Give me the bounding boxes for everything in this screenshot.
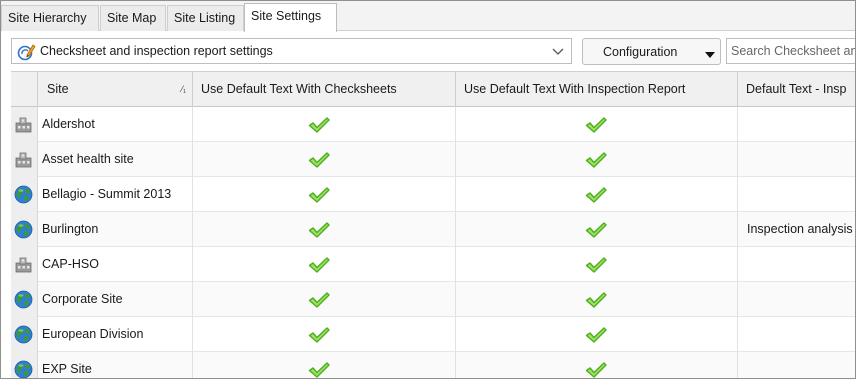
settings-selector-value: Checksheet and inspection report setting… bbox=[40, 44, 273, 58]
row-type-cell bbox=[11, 142, 38, 177]
site-name: Burlington bbox=[38, 212, 193, 247]
default-inspection-cell[interactable] bbox=[456, 352, 738, 378]
table-row[interactable]: Asset health site bbox=[11, 142, 855, 177]
table-row[interactable]: EXP Site bbox=[11, 352, 855, 378]
site-settings-grid: Site ⁄₁ Use Default Text With Checksheet… bbox=[11, 71, 855, 378]
sort-ascending-icon: ⁄₁ bbox=[181, 84, 186, 94]
site-name: EXP Site bbox=[38, 352, 193, 378]
default-checksheets-cell[interactable] bbox=[193, 317, 456, 352]
header-site-label: Site bbox=[47, 82, 69, 96]
site-name: Bellagio - Summit 2013 bbox=[38, 177, 193, 212]
default-checksheets-cell[interactable] bbox=[193, 142, 456, 177]
chevron-down-icon[interactable] bbox=[551, 44, 565, 58]
default-checksheets-cell[interactable] bbox=[193, 282, 456, 317]
table-row[interactable]: CAP-HSO bbox=[11, 247, 855, 282]
configuration-button-label: Configuration bbox=[603, 45, 678, 59]
default-checksheets-cell[interactable] bbox=[193, 212, 456, 247]
table-row[interactable]: Corporate Site bbox=[11, 282, 855, 317]
site-name: Asset health site bbox=[38, 142, 193, 177]
site-settings-window: Site Hierarchy Site Map Site Listing Sit… bbox=[0, 0, 856, 379]
header-default-inspection[interactable]: Use Default Text With Inspection Report bbox=[456, 72, 738, 107]
tab-site-settings[interactable]: Site Settings bbox=[244, 3, 337, 32]
default-inspection-cell[interactable] bbox=[456, 107, 738, 142]
table-row[interactable]: Bellagio - Summit 2013 bbox=[11, 177, 855, 212]
grid-header: Site ⁄₁ Use Default Text With Checksheet… bbox=[11, 71, 855, 107]
row-type-cell bbox=[11, 317, 38, 352]
default-text-cell[interactable] bbox=[738, 107, 855, 142]
tab-site-hierarchy[interactable]: Site Hierarchy bbox=[1, 5, 99, 31]
header-default-text[interactable]: Default Text - Insp bbox=[738, 72, 855, 107]
configuration-button[interactable]: Configuration bbox=[582, 38, 721, 65]
default-checksheets-cell[interactable] bbox=[193, 247, 456, 282]
tab-site-map[interactable]: Site Map bbox=[100, 5, 166, 31]
row-type-cell bbox=[11, 352, 38, 378]
site-name: European Division bbox=[38, 317, 193, 352]
site-name: Aldershot bbox=[38, 107, 193, 142]
default-text-cell[interactable] bbox=[738, 317, 855, 352]
tab-site-listing[interactable]: Site Listing bbox=[167, 5, 244, 31]
default-inspection-cell[interactable] bbox=[456, 282, 738, 317]
tab-bar: Site Hierarchy Site Map Site Listing Sit… bbox=[1, 1, 855, 32]
default-inspection-cell[interactable] bbox=[456, 212, 738, 247]
default-inspection-cell[interactable] bbox=[456, 317, 738, 352]
default-checksheets-cell[interactable] bbox=[193, 177, 456, 212]
row-type-cell bbox=[11, 212, 38, 247]
default-checksheets-cell[interactable] bbox=[193, 352, 456, 378]
default-text-cell[interactable] bbox=[738, 247, 855, 282]
table-row[interactable]: European Division bbox=[11, 317, 855, 352]
row-type-cell bbox=[11, 247, 38, 282]
default-text-cell[interactable] bbox=[738, 352, 855, 378]
default-checksheets-cell[interactable] bbox=[193, 107, 456, 142]
header-default-checksheets[interactable]: Use Default Text With Checksheets bbox=[193, 72, 456, 107]
default-text-cell[interactable] bbox=[738, 282, 855, 317]
site-name: Corporate Site bbox=[38, 282, 193, 317]
header-site[interactable]: Site ⁄₁ bbox=[38, 72, 193, 107]
search-input[interactable] bbox=[726, 38, 855, 64]
dropdown-arrow-icon bbox=[705, 48, 715, 58]
table-row[interactable]: Burlington Inspection analysis bbox=[11, 212, 855, 247]
row-type-cell bbox=[11, 177, 38, 212]
row-type-cell bbox=[11, 107, 38, 142]
settings-selector[interactable]: Checksheet and inspection report setting… bbox=[11, 38, 572, 64]
row-type-cell bbox=[11, 282, 38, 317]
toolbar: Checksheet and inspection report setting… bbox=[1, 32, 855, 69]
settings-edit-icon bbox=[16, 42, 36, 62]
header-icon-column bbox=[11, 72, 38, 107]
default-text-cell[interactable]: Inspection analysis bbox=[738, 212, 855, 247]
default-text-cell[interactable] bbox=[738, 177, 855, 212]
default-inspection-cell[interactable] bbox=[456, 177, 738, 212]
default-text-cell[interactable] bbox=[738, 142, 855, 177]
site-name: CAP-HSO bbox=[38, 247, 193, 282]
default-inspection-cell[interactable] bbox=[456, 247, 738, 282]
table-row[interactable]: Aldershot bbox=[11, 107, 855, 142]
default-inspection-cell[interactable] bbox=[456, 142, 738, 177]
